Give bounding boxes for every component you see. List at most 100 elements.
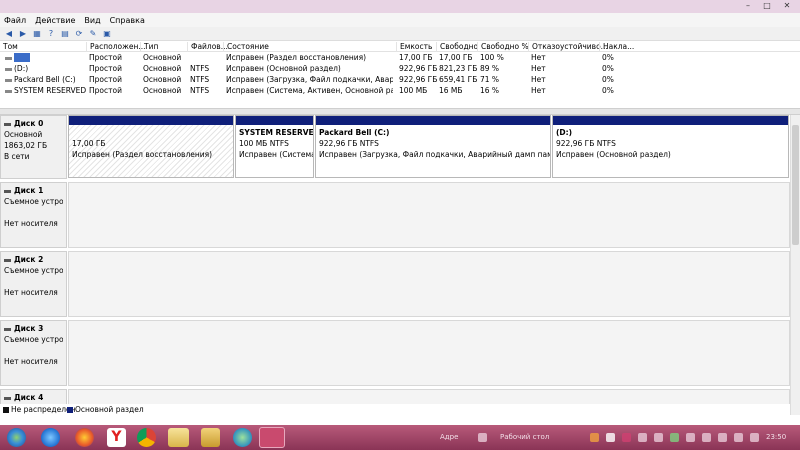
cell-fs: NTFS bbox=[190, 75, 210, 84]
table-row[interactable]: SYSTEM RESERVED Простой Основной NTFS Ис… bbox=[0, 85, 800, 96]
file-explorer-icon[interactable] bbox=[168, 428, 189, 447]
partition-recovery[interactable]: 17,00 ГБ Исправен (Раздел восстановления… bbox=[68, 115, 234, 178]
col-overhead[interactable]: Накла... bbox=[599, 42, 634, 52]
notification-icon[interactable] bbox=[590, 433, 599, 442]
disk-row: Диск 2 Съемное устройство Нет носителя bbox=[0, 251, 790, 317]
col-volume[interactable]: Том bbox=[0, 42, 18, 52]
media-player-icon[interactable] bbox=[201, 428, 220, 447]
partition-bar bbox=[553, 116, 788, 125]
menu-help[interactable]: Справка bbox=[110, 16, 145, 25]
cell-type: Основной bbox=[143, 86, 182, 95]
disk-management-taskbar-icon[interactable] bbox=[259, 427, 285, 448]
partition-title: Packard Bell (C:) bbox=[319, 128, 390, 137]
scrollbar-thumb[interactable] bbox=[792, 125, 799, 245]
antivirus-icon[interactable] bbox=[622, 433, 631, 442]
disk-size: 1863,02 ГБ bbox=[4, 141, 48, 150]
battery-icon[interactable] bbox=[718, 433, 727, 442]
col-free-percent[interactable]: Свободно % bbox=[477, 42, 529, 52]
menu-bar: Файл Действие Вид Справка bbox=[0, 13, 800, 27]
disk-label[interactable]: Диск 1 Съемное устройство Нет носителя bbox=[0, 182, 67, 248]
disk-type: Основной bbox=[4, 130, 43, 139]
help-icon[interactable]: ? bbox=[46, 29, 56, 39]
cell-free: 17,00 ГБ bbox=[439, 53, 473, 62]
cell-free-pct: 16 % bbox=[480, 86, 500, 95]
cell-free: 659,41 ГБ bbox=[439, 75, 478, 84]
disk-empty-area bbox=[68, 182, 790, 248]
forward-icon[interactable]: ▶ bbox=[18, 29, 28, 39]
legend-unallocated: Не распределен bbox=[11, 405, 76, 414]
sync-icon[interactable] bbox=[654, 433, 663, 442]
cell-free: 16 МБ bbox=[439, 86, 463, 95]
primary-swatch bbox=[67, 407, 73, 413]
disk-name: Диск 2 bbox=[14, 255, 44, 264]
desktop-toolbar-label[interactable]: Рабочий стол bbox=[500, 425, 549, 450]
clock[interactable]: 23:50 bbox=[766, 425, 786, 450]
internet-explorer-icon[interactable] bbox=[41, 428, 60, 447]
vertical-scrollbar[interactable] bbox=[790, 115, 800, 415]
up-icon[interactable]: ▦ bbox=[32, 29, 42, 39]
partition-c[interactable]: Packard Bell (C:) 922,96 ГБ NTFS Исправе… bbox=[315, 115, 551, 178]
yandex-browser-icon[interactable]: Y bbox=[107, 428, 126, 447]
table-row[interactable]: Packard Bell (C:) Простой Основной NTFS … bbox=[0, 74, 800, 85]
settings-icon[interactable]: ✎ bbox=[88, 29, 98, 39]
refresh-icon[interactable]: ⟳ bbox=[74, 29, 84, 39]
table-header: Том Расположен... Тип Файлов... Состояни… bbox=[0, 41, 800, 52]
partition-system-reserved[interactable]: SYSTEM RESERVED 100 МБ NTFS Исправен (Си… bbox=[235, 115, 314, 178]
volume-speaker-icon[interactable] bbox=[734, 433, 743, 442]
cloud-icon[interactable] bbox=[638, 433, 647, 442]
start-button-icon[interactable] bbox=[7, 428, 26, 447]
maximize-button[interactable]: □ bbox=[760, 0, 774, 11]
cell-overhead: 0% bbox=[602, 75, 614, 84]
chrome-icon[interactable] bbox=[137, 428, 156, 447]
unallocated-swatch bbox=[3, 407, 9, 413]
disk-icon bbox=[4, 189, 11, 193]
partition-d[interactable]: (D:) 922,96 ГБ NTFS Исправен (Основной р… bbox=[552, 115, 789, 178]
disk-type: Съемное устройство bbox=[4, 335, 63, 344]
cell-capacity: 100 МБ bbox=[399, 86, 428, 95]
network-icon[interactable] bbox=[686, 433, 695, 442]
col-status[interactable]: Состояние bbox=[223, 42, 269, 52]
properties-icon[interactable]: ▤ bbox=[60, 29, 70, 39]
cell-fault: Нет bbox=[531, 75, 546, 84]
security-icon[interactable] bbox=[702, 433, 711, 442]
disk-label[interactable]: Диск 0 Основной 1863,02 ГБ В сети bbox=[0, 115, 67, 179]
signal-icon[interactable] bbox=[750, 433, 759, 442]
volume-name bbox=[14, 53, 22, 62]
table-row[interactable]: (D:) Простой Основной NTFS Исправен (Осн… bbox=[0, 63, 800, 74]
menu-action[interactable]: Действие bbox=[35, 16, 75, 25]
table-row[interactable]: Простой Основной Исправен (Раздел восста… bbox=[0, 52, 800, 63]
disk-icon bbox=[4, 122, 11, 126]
address-toolbar-label[interactable]: Адре bbox=[440, 425, 458, 450]
legend: Не распределен Основной раздел bbox=[0, 404, 790, 415]
cell-fs: NTFS bbox=[190, 64, 210, 73]
disk-state: В сети bbox=[4, 152, 30, 161]
onenote-icon[interactable] bbox=[606, 433, 615, 442]
col-free[interactable]: Свободно bbox=[436, 42, 478, 52]
disk-icon bbox=[4, 327, 11, 331]
menu-file[interactable]: Файл bbox=[4, 16, 26, 25]
view-icon[interactable]: ▣ bbox=[102, 29, 112, 39]
col-type[interactable]: Тип bbox=[140, 42, 158, 52]
partition-status: Исправен (Загрузка, Файл подкачки, Авари… bbox=[319, 150, 550, 159]
col-capacity[interactable]: Емкость bbox=[396, 42, 432, 52]
minimize-button[interactable]: – bbox=[741, 0, 755, 11]
partition-status: Исправен (Раздел восстановления) bbox=[72, 150, 213, 159]
col-layout[interactable]: Расположен... bbox=[86, 42, 146, 52]
back-icon[interactable]: ◀ bbox=[4, 29, 14, 39]
disk-label[interactable]: Диск 3 Съемное устройство Нет носителя bbox=[0, 320, 67, 386]
address-icon[interactable] bbox=[478, 433, 487, 442]
pane-splitter[interactable] bbox=[0, 108, 800, 115]
volume-icon bbox=[5, 89, 12, 93]
cell-status: Исправен (Раздел восстановления) bbox=[226, 53, 367, 62]
maps-icon[interactable] bbox=[233, 428, 252, 447]
cell-status: Исправен (Система, Активен, Основной раз… bbox=[226, 86, 393, 95]
disk-label[interactable]: Диск 2 Съемное устройство Нет носителя bbox=[0, 251, 67, 317]
close-button[interactable]: ✕ bbox=[780, 0, 794, 11]
col-fault-tolerance[interactable]: Отказоустойчиво... bbox=[528, 42, 608, 52]
col-filesystem[interactable]: Файлов... bbox=[187, 42, 228, 52]
firefox-icon[interactable] bbox=[75, 428, 94, 447]
cell-status: Исправен (Основной раздел) bbox=[226, 64, 341, 73]
menu-view[interactable]: Вид bbox=[84, 16, 100, 25]
partition-size: 17,00 ГБ bbox=[72, 139, 106, 148]
update-icon[interactable] bbox=[670, 433, 679, 442]
